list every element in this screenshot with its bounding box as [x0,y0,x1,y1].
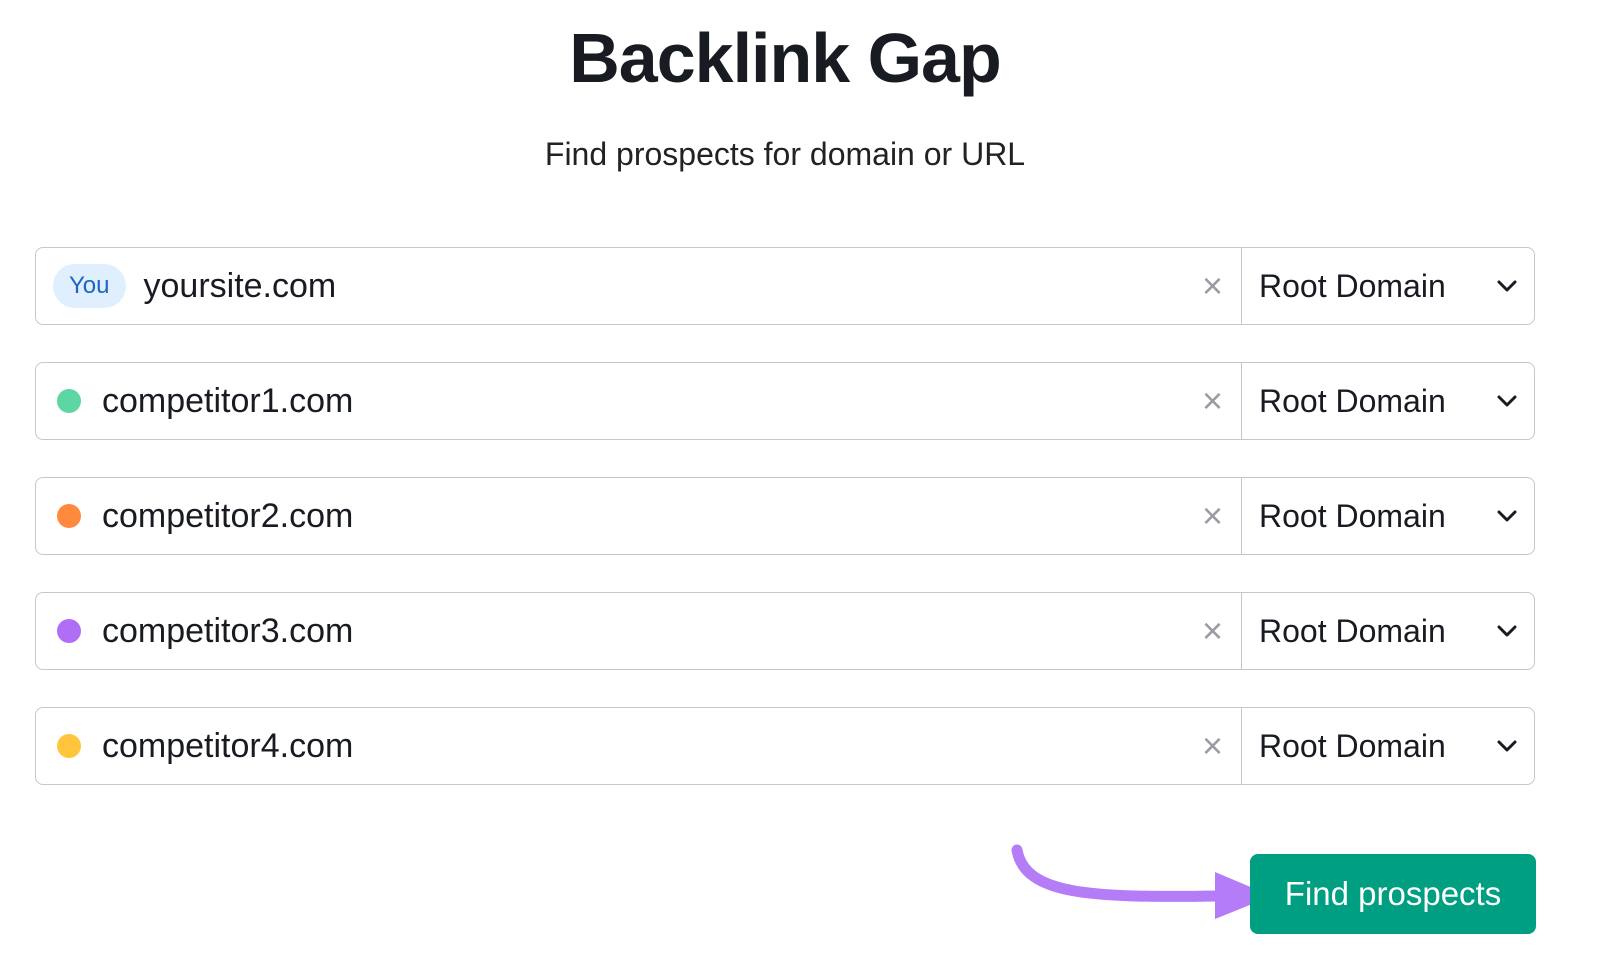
domain-input[interactable]: competitor2.com × [36,478,1241,554]
arrow-pointer-icon [1011,844,1260,919]
scope-dropdown[interactable]: Root Domain [1241,708,1534,784]
clear-icon[interactable]: × [1202,380,1223,422]
domain-value[interactable]: competitor2.com [102,497,353,536]
scope-value: Root Domain [1259,267,1446,304]
domain-input[interactable]: competitor3.com × [36,593,1241,669]
page-subtitle: Find prospects for domain or URL [544,136,1026,172]
domain-value[interactable]: yoursite.com [144,267,337,306]
clear-icon[interactable]: × [1202,610,1223,652]
scope-dropdown[interactable]: Root Domain [1241,363,1534,439]
scope-value: Root Domain [1259,497,1446,534]
domain-row: competitor1.com × Root Domain [35,362,1535,440]
scope-dropdown[interactable]: Root Domain [1241,478,1534,554]
competitor-color-dot-icon [57,734,81,758]
domain-row: competitor2.com × Root Domain [35,477,1535,555]
chevron-down-icon [1497,395,1517,407]
domain-row: You yoursite.com × Root Domain [35,247,1535,325]
domain-value[interactable]: competitor1.com [102,382,353,421]
scope-value: Root Domain [1259,727,1446,764]
domain-value[interactable]: competitor4.com [102,727,353,766]
domain-input[interactable]: You yoursite.com × [36,248,1241,324]
clear-icon[interactable]: × [1202,265,1223,307]
competitor-color-dot-icon [57,389,81,413]
domain-input[interactable]: competitor1.com × [36,363,1241,439]
chevron-down-icon [1497,280,1517,292]
competitor-color-dot-icon [57,504,81,528]
domain-input[interactable]: competitor4.com × [36,708,1241,784]
domain-row: competitor4.com × Root Domain [35,707,1535,785]
scope-value: Root Domain [1259,382,1446,419]
chevron-down-icon [1497,625,1517,637]
clear-icon[interactable]: × [1202,495,1223,537]
chevron-down-icon [1497,510,1517,522]
domain-row: competitor3.com × Root Domain [35,592,1535,670]
chevron-down-icon [1497,740,1517,752]
you-badge: You [53,264,126,308]
clear-icon[interactable]: × [1202,725,1223,767]
competitor-color-dot-icon [57,619,81,643]
find-prospects-button[interactable]: Find prospects [1250,854,1536,934]
scope-dropdown[interactable]: Root Domain [1241,248,1534,324]
scope-value: Root Domain [1259,612,1446,649]
page-title: Backlink Gap [569,19,1002,97]
scope-dropdown[interactable]: Root Domain [1241,593,1534,669]
domain-value[interactable]: competitor3.com [102,612,353,651]
